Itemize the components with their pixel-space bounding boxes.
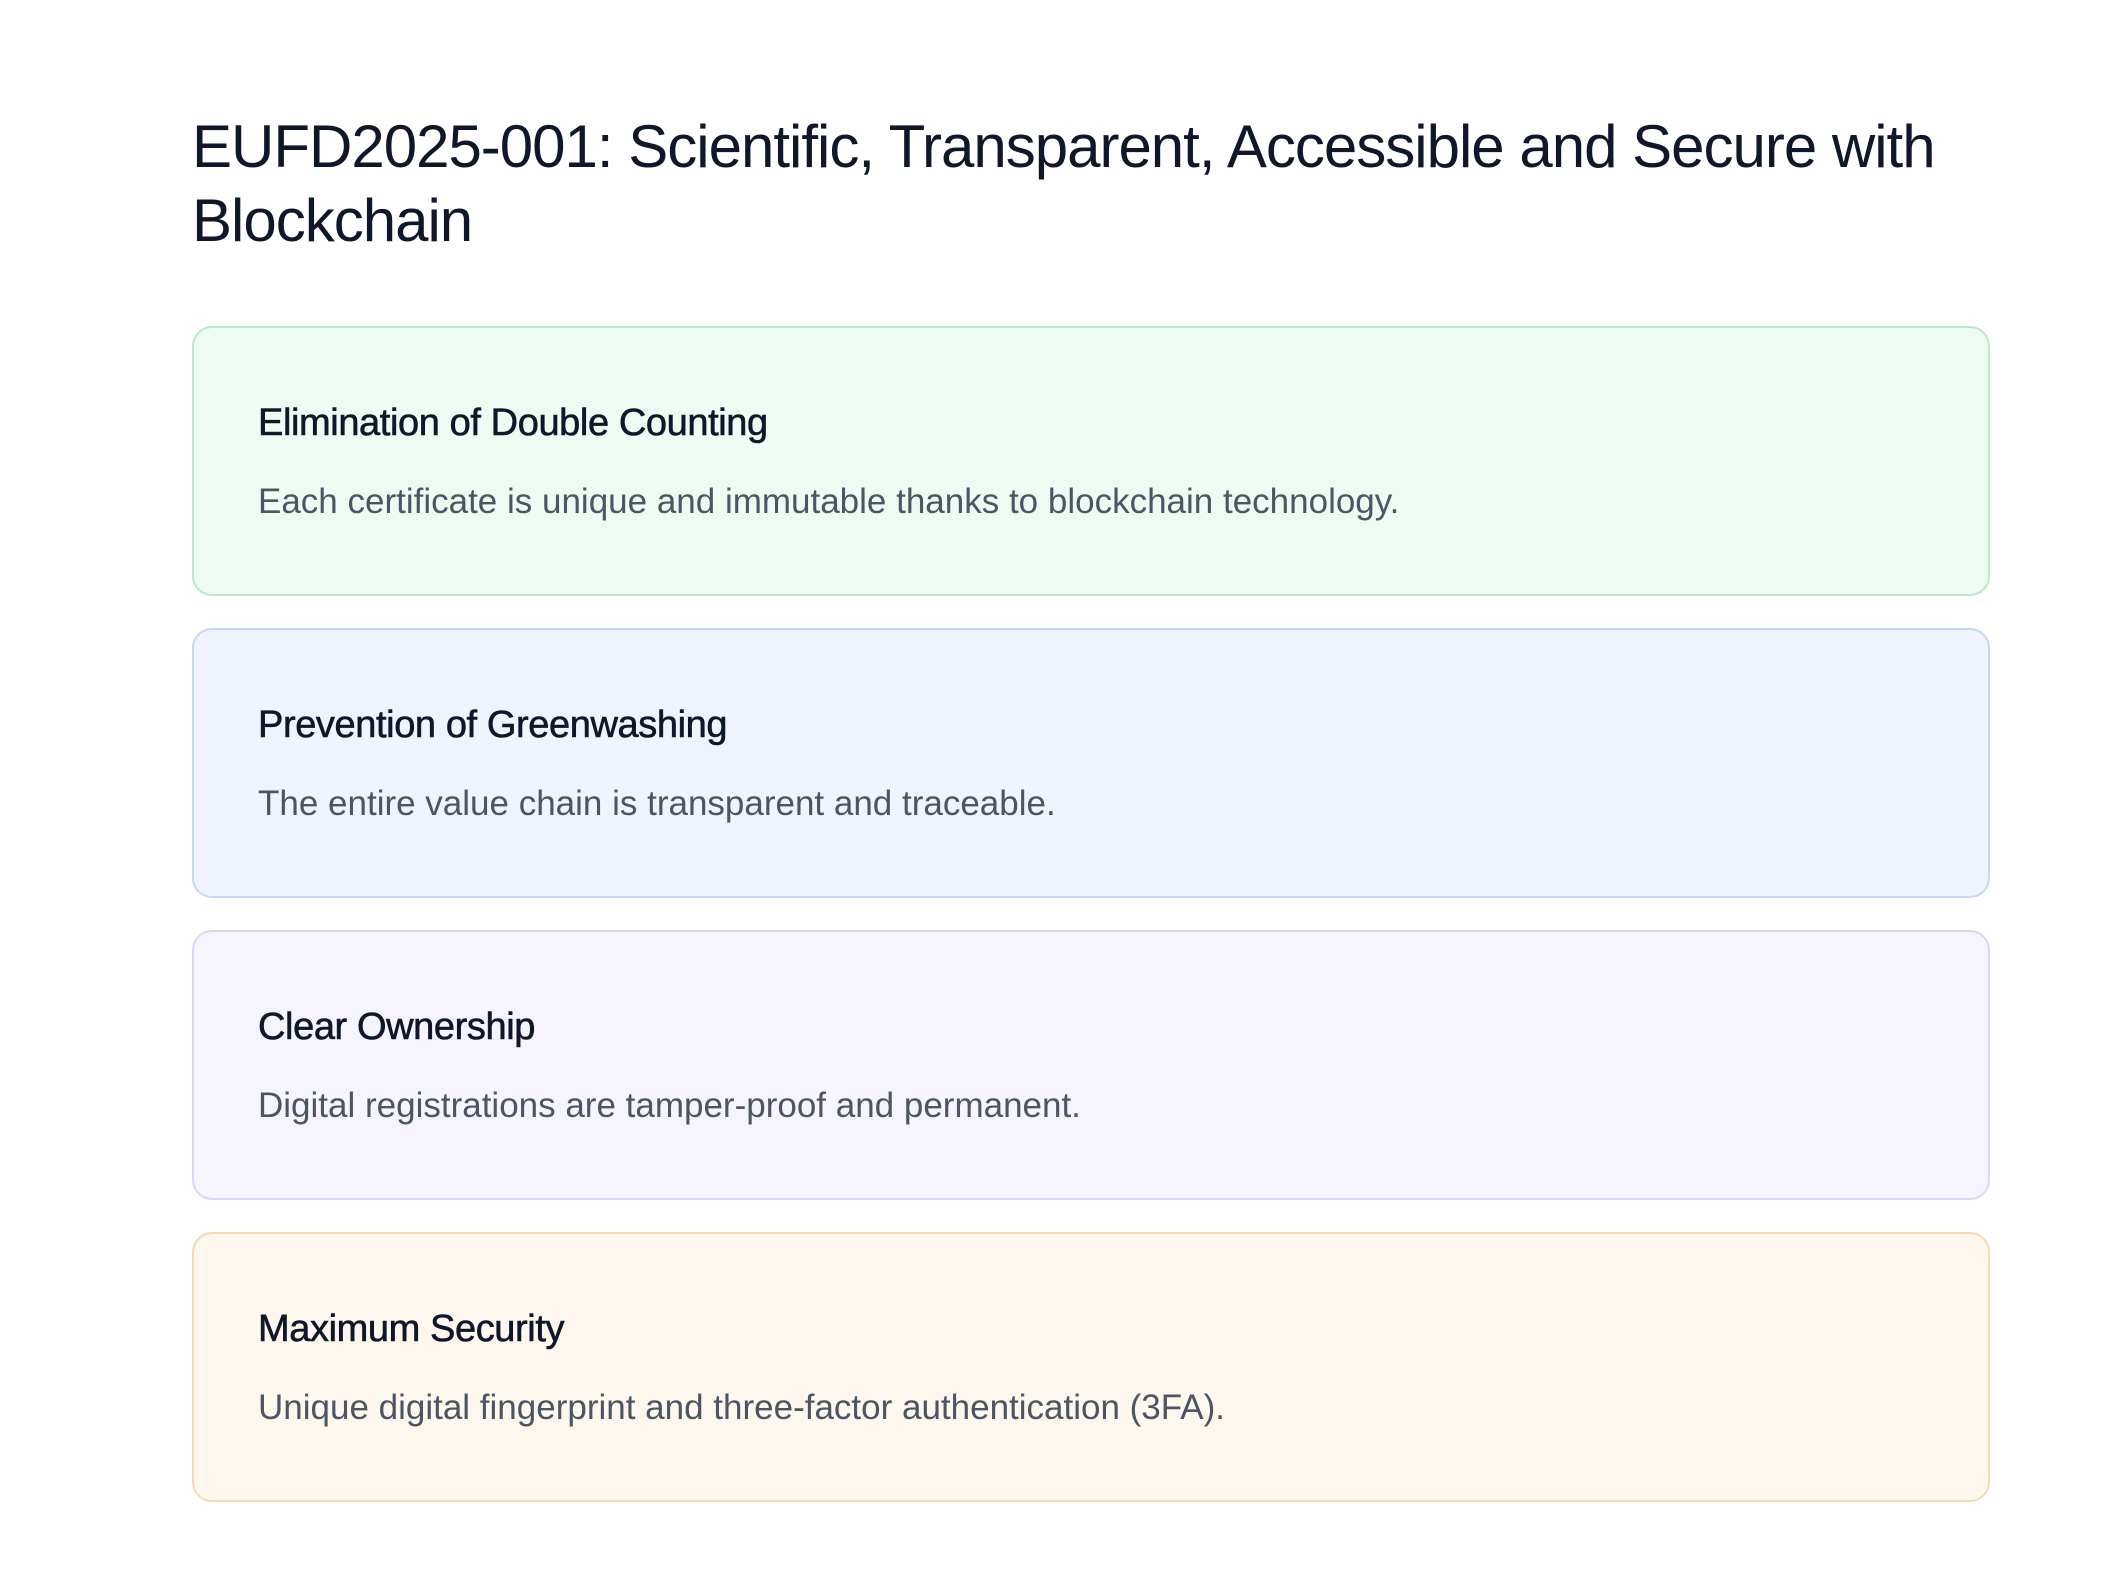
feature-card-list: Elimination of Double Counting Each cert…: [192, 326, 1990, 1502]
feature-card-ownership: Clear Ownership Digital registrations ar…: [192, 930, 1990, 1200]
feature-card-greenwashing: Prevention of Greenwashing The entire va…: [192, 628, 1990, 898]
card-description: The entire value chain is transparent an…: [258, 784, 1056, 823]
card-title: Elimination of Double Counting: [258, 402, 769, 445]
card-title: Maximum Security: [258, 1308, 565, 1351]
card-title: Prevention of Greenwashing: [258, 704, 728, 747]
card-description: Unique digital fingerprint and three-fac…: [258, 1388, 1225, 1427]
page-title: EUFD2025-001: Scientific, Transparent, A…: [192, 113, 1936, 254]
feature-card-security: Maximum Security Unique digital fingerpr…: [192, 1232, 1990, 1502]
page-container: EUFD2025-001: Scientific, Transparent, A…: [0, 0, 2122, 1576]
feature-card-double-counting: Elimination of Double Counting Each cert…: [192, 326, 1990, 596]
card-description: Digital registrations are tamper-proof a…: [258, 1086, 1081, 1125]
card-description: Each certificate is unique and immutable…: [258, 482, 1400, 521]
card-title: Clear Ownership: [258, 1006, 536, 1049]
